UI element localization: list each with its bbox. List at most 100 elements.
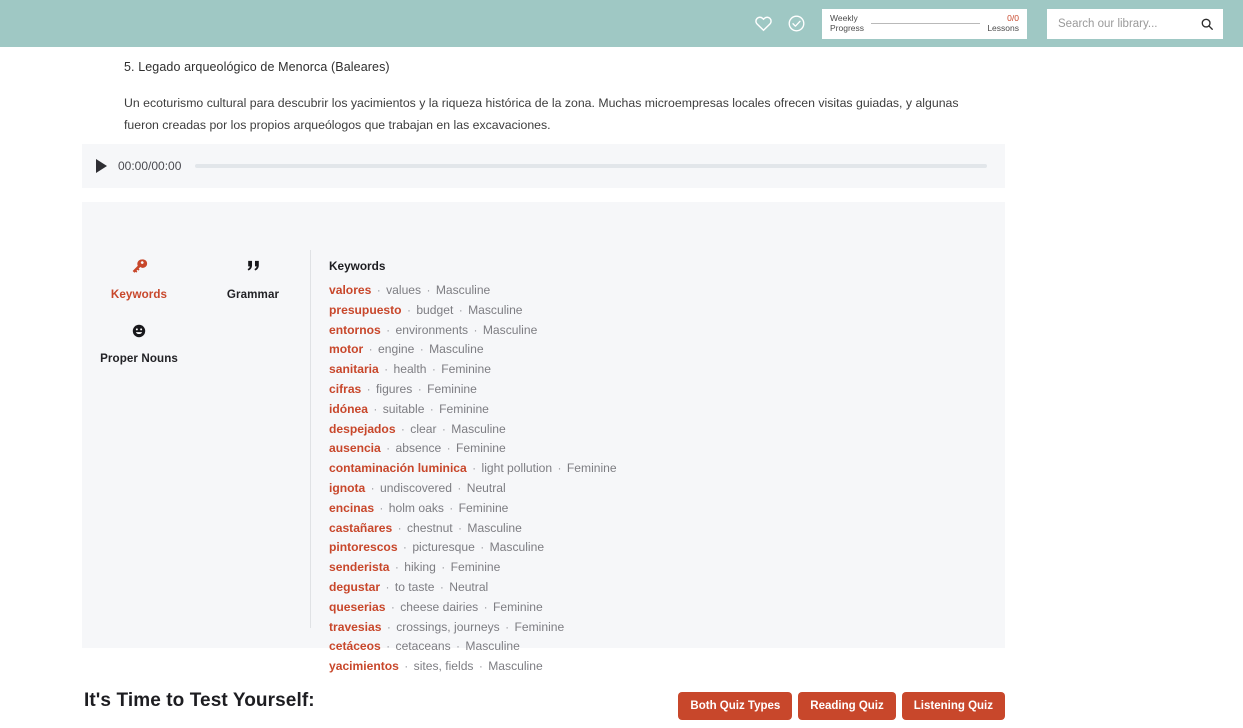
tab-grammar[interactable]: Grammar <box>196 257 310 303</box>
keyword-translation: holm oaks <box>388 500 444 515</box>
keyword-term: cifras <box>329 381 362 396</box>
keyword-gender: Masculine <box>429 342 484 357</box>
keyword-gender: Feminine <box>439 401 489 416</box>
keyword-translation: hiking <box>404 560 436 575</box>
keyword-gender: Feminine <box>427 381 477 396</box>
keyword-term: cetáceos <box>329 639 381 654</box>
keyword-row: cetáceos · cetaceans · Masculine <box>329 637 1005 657</box>
keyword-gender: Feminine <box>492 599 543 614</box>
keyword-row: cifras · figures · Feminine <box>329 380 1005 400</box>
keyword-translation: absence <box>395 441 442 456</box>
keyword-separator: · <box>554 461 565 476</box>
keyword-translation: clear <box>410 421 437 436</box>
keyword-row: sanitaria · health · Feminine <box>329 360 1005 380</box>
search-box[interactable] <box>1047 8 1223 39</box>
keyword-term: sanitaria <box>329 362 379 377</box>
audio-time-display: 00:00/00:00 <box>118 159 182 173</box>
keyword-separator: · <box>426 401 438 416</box>
keyword-gender: Neutral <box>449 579 489 594</box>
keyword-term: contaminación luminica <box>329 461 467 476</box>
audio-player: 00:00/00:00 <box>82 144 1005 188</box>
keyword-row: ignota · undiscovered · Neutral <box>329 479 1005 499</box>
keyword-separator: · <box>480 599 491 614</box>
tab-proper-nouns[interactable]: Proper Nouns <box>82 321 196 367</box>
search-icon[interactable] <box>1200 17 1214 31</box>
smiley-icon <box>82 321 196 341</box>
tab-keywords-label: Keywords <box>110 288 168 301</box>
keyword-separator: · <box>436 579 448 594</box>
vocabulary-tab-list: Keywords Grammar Proper Nouns <box>82 202 310 648</box>
search-input[interactable] <box>1056 16 1200 31</box>
keyword-term: ausencia <box>329 441 381 456</box>
keyword-translation: budget <box>416 302 454 317</box>
keyword-gender: Feminine <box>566 461 617 476</box>
keyword-row: idónea · suitable · Feminine <box>329 400 1005 420</box>
quiz-section-title: It's Time to Test Yourself: <box>84 690 315 711</box>
keyword-row: ausencia · absence · Feminine <box>329 439 1005 459</box>
weekly-progress-widget[interactable]: Weekly Progress 0/0 Lessons <box>822 8 1027 39</box>
keyword-term: presupuesto <box>329 302 402 317</box>
keyword-separator: · <box>376 500 387 515</box>
heart-icon[interactable] <box>754 14 773 33</box>
keyword-translation: chestnut <box>406 520 453 535</box>
keyword-gender: Neutral <box>466 480 506 495</box>
keyword-term: entornos <box>329 322 381 337</box>
keyword-gender: Masculine <box>482 322 538 337</box>
keyword-separator: · <box>365 342 377 357</box>
keyword-separator: · <box>383 619 395 634</box>
keyword-term: idónea <box>329 401 368 416</box>
play-icon[interactable] <box>96 159 107 173</box>
keyword-separator: · <box>399 540 411 555</box>
keyword-separator: · <box>416 342 428 357</box>
keyword-separator: · <box>501 619 513 634</box>
vocabulary-panel: Keywords Grammar Proper Nouns Keywords v… <box>82 202 1005 673</box>
quiz-button-listening-quiz[interactable]: Listening Quiz <box>901 692 1005 720</box>
keyword-row: valores · values · Masculine <box>329 281 1005 301</box>
keyword-gender: Feminine <box>456 441 506 456</box>
keyword-separator: · <box>382 441 394 456</box>
keyword-row: castañares · chestnut · Masculine <box>329 519 1005 539</box>
check-circle-icon[interactable] <box>787 14 806 33</box>
keyword-translation: health <box>393 362 427 377</box>
keyword-gender: Masculine <box>468 302 523 317</box>
keyword-separator: · <box>382 639 394 654</box>
quiz-button-reading-quiz[interactable]: Reading Quiz <box>798 692 896 720</box>
keyword-translation: undiscovered <box>380 480 452 495</box>
keyword-separator: · <box>367 480 379 495</box>
keyword-separator: · <box>373 283 385 297</box>
keyword-gender: Feminine <box>450 560 501 575</box>
keyword-translation: sites, fields <box>413 659 474 674</box>
keyword-gender: Masculine <box>467 520 522 535</box>
tab-keywords[interactable]: Keywords <box>82 257 196 303</box>
keyword-translation: to taste <box>394 579 435 594</box>
quiz-button-both-quiz-types[interactable]: Both Quiz Types <box>678 692 793 720</box>
keyword-separator: · <box>437 560 449 575</box>
tab-grammar-label: Grammar <box>226 288 280 301</box>
weekly-progress-count-label: Lessons <box>987 22 1019 33</box>
keyword-row: queserias · cheese dairies · Feminine <box>329 598 1005 618</box>
keyword-gender: Masculine <box>465 639 520 654</box>
keyword-translation: suitable <box>382 401 425 416</box>
keyword-gender: Masculine <box>489 540 545 555</box>
keyword-separator: · <box>423 283 434 297</box>
keyword-term: valores <box>329 283 372 297</box>
keyword-translation: values <box>386 283 422 297</box>
keyword-separator: · <box>382 322 394 337</box>
keyword-term: despejados <box>329 421 396 436</box>
keyword-separator: · <box>414 381 426 396</box>
lesson-title: 5. Legado arqueológico de Menorca (Balea… <box>124 60 390 74</box>
keyword-gender: Feminine <box>441 362 491 377</box>
keyword-translation: cheese dairies <box>400 599 479 614</box>
keyword-term: pintorescos <box>329 540 398 555</box>
keyword-separator: · <box>475 659 487 674</box>
keyword-list: Keywords valores · values · Masculine pre… <box>311 202 1005 673</box>
keyword-gender: Masculine <box>488 659 543 674</box>
keyword-row: yacimientos · sites, fields · Masculine <box>329 657 1005 677</box>
keyword-term: travesias <box>329 619 382 634</box>
keyword-separator: · <box>454 520 466 535</box>
keyword-term: yacimientos <box>329 659 399 674</box>
lesson-body-text: Un ecoturismo cultural para descubrir lo… <box>124 96 959 132</box>
keyword-translation: environments <box>395 322 469 337</box>
audio-progress-bar[interactable] <box>195 164 987 168</box>
keyword-separator: · <box>380 362 392 377</box>
